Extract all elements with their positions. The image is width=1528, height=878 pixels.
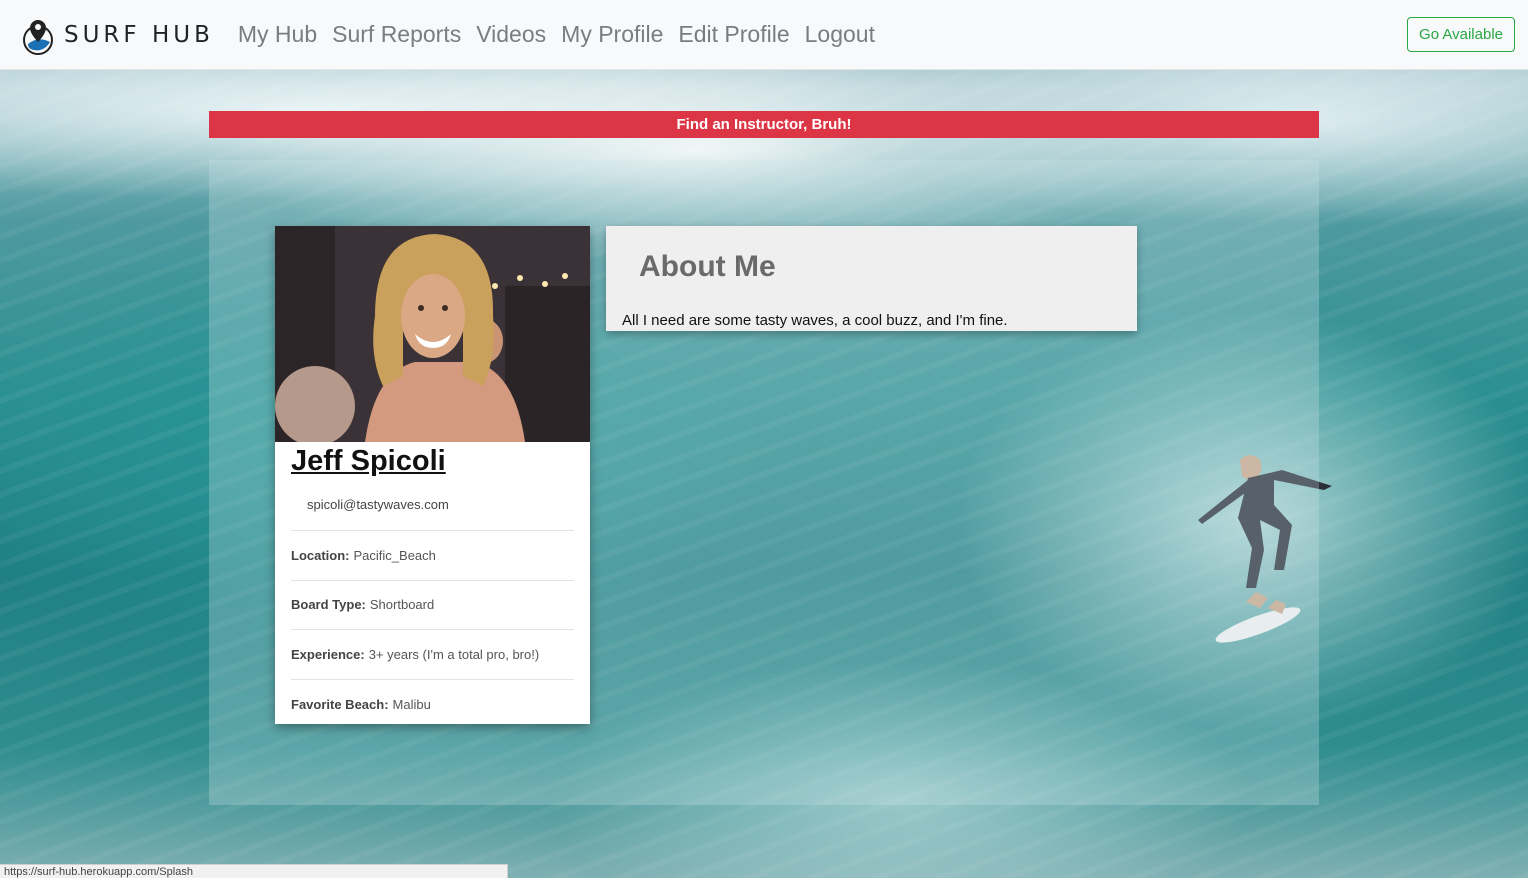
profile-card-body: Jeff Spicoli spicoli@tastywaves.com Loca… (275, 445, 590, 729)
find-instructor-banner[interactable]: Find an Instructor, Bruh! (209, 111, 1319, 138)
field-value: Pacific_Beach (353, 547, 436, 563)
brand-name: SURF HUB (64, 21, 214, 48)
go-available-button[interactable]: Go Available (1407, 17, 1515, 52)
nav-my-hub[interactable]: My Hub (238, 21, 317, 48)
top-navbar: SURF HUB My Hub Surf Reports Videos My P… (0, 0, 1528, 70)
profile-card: Jeff Spicoli spicoli@tastywaves.com Loca… (275, 226, 590, 724)
field-value: 3+ years (I'm a total pro, bro!) (368, 646, 540, 662)
browser-status-bar: https://surf-hub.herokuapp.com/Splash (0, 864, 508, 878)
profile-photo (275, 226, 590, 442)
nav-my-profile[interactable]: My Profile (561, 21, 663, 48)
nav-surf-reports[interactable]: Surf Reports (332, 21, 461, 48)
nav-logout[interactable]: Logout (805, 21, 875, 48)
field-value: Malibu (392, 696, 431, 712)
brand[interactable]: SURF HUB (20, 14, 214, 56)
profile-board-type-row: Board Type: Shortboard (291, 581, 574, 630)
about-me-text: All I need are some tasty waves, a cool … (622, 312, 1008, 329)
about-me-title: About Me (639, 250, 776, 283)
profile-name[interactable]: Jeff Spicoli (291, 445, 574, 485)
profile-photo-illustration (275, 226, 590, 442)
location-pin-logo-icon (23, 19, 53, 55)
profile-favorite-beach-row: Favorite Beach: Malibu (291, 680, 574, 730)
field-label: Board Type: (291, 597, 366, 613)
field-label: Favorite Beach: (291, 696, 389, 712)
field-label: Experience: (291, 646, 365, 662)
profile-email: spicoli@tastywaves.com (291, 485, 574, 531)
field-label: Location: (291, 547, 350, 563)
profile-location-row: Location: Pacific_Beach (291, 531, 574, 581)
field-value: Shortboard (369, 597, 435, 613)
profile-experience-row: Experience: 3+ years (I'm a total pro, b… (291, 630, 574, 680)
about-me-card: About Me All I need are some tasty waves… (606, 226, 1137, 331)
nav-edit-profile[interactable]: Edit Profile (678, 21, 789, 48)
nav-videos[interactable]: Videos (476, 21, 546, 48)
nav-links: My Hub Surf Reports Videos My Profile Ed… (238, 21, 890, 48)
